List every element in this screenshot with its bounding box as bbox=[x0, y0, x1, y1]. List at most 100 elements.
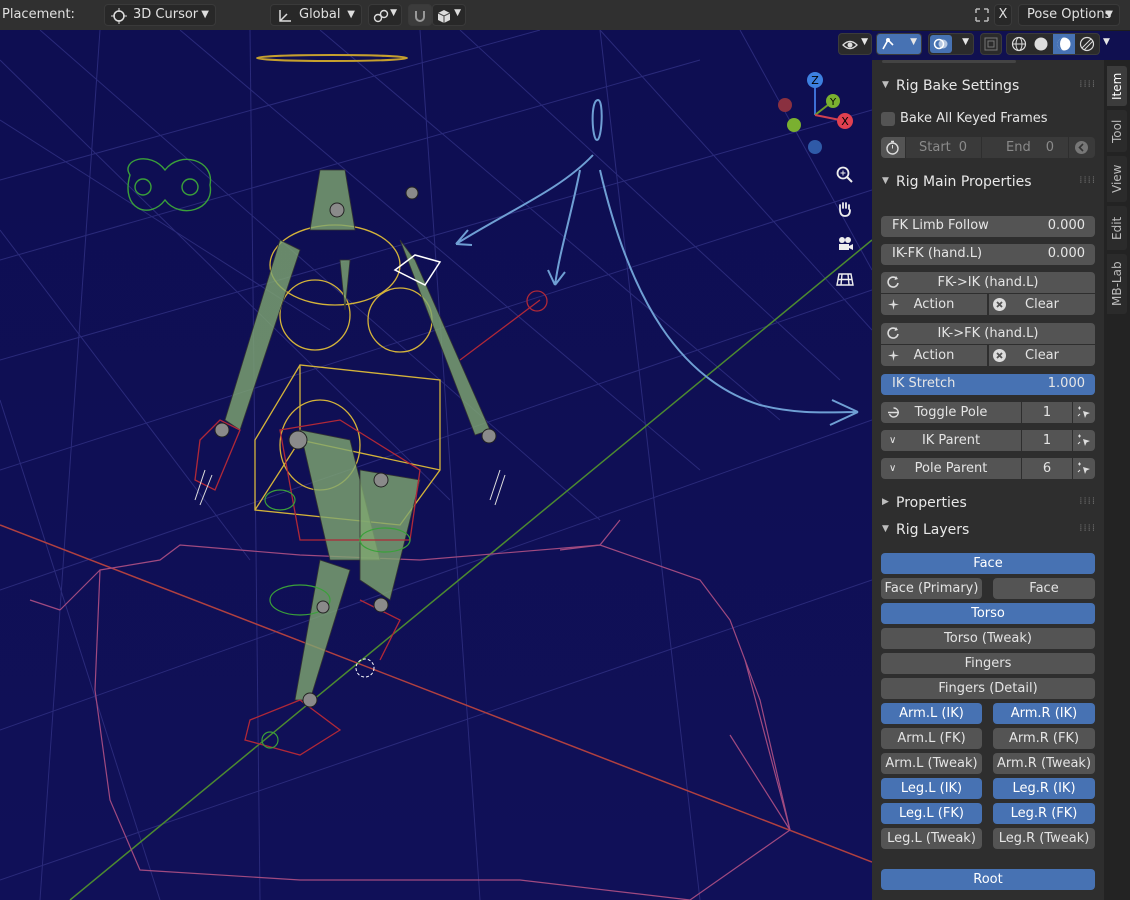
layer-torso-tweak-label: Torso (Tweak) bbox=[944, 631, 1032, 646]
camera-icon bbox=[839, 237, 853, 250]
layer-leg-r-ik-button[interactable]: Leg.R (IK) bbox=[993, 778, 1095, 799]
fk-limb-follow-slider[interactable]: FK Limb Follow 0.000 bbox=[881, 216, 1095, 237]
layer-face-button[interactable]: Face bbox=[881, 553, 1095, 574]
snap-dropdown[interactable]: ▼ bbox=[368, 4, 402, 26]
rig-layers-header[interactable]: ▼ Rig Layers ⁞⁞⁞⁞ bbox=[872, 518, 1104, 544]
chevron-down-icon: ▼ bbox=[910, 37, 917, 47]
pole-parent-dropdown[interactable]: ∨ Pole Parent bbox=[881, 458, 1021, 479]
ik-parent-value-field[interactable]: 1 bbox=[1022, 430, 1072, 451]
rig-bake-settings-header[interactable]: ▼ Rig Bake Settings ⁞⁞⁞⁞ bbox=[872, 74, 1104, 100]
rendered-shading-icon[interactable] bbox=[1079, 36, 1095, 52]
action-icon bbox=[888, 350, 899, 361]
layer-leg-r-fk-button[interactable]: Leg.R (FK) bbox=[993, 803, 1095, 824]
tab-tool[interactable]: Tool bbox=[1107, 110, 1127, 152]
gizmo-toggle[interactable]: ▼ bbox=[876, 33, 922, 55]
drag-grip-icon[interactable]: ⁞⁞⁞⁞ bbox=[1079, 523, 1096, 534]
rig-main-properties-header[interactable]: ▼ Rig Main Properties ⁞⁞⁞⁞ bbox=[872, 170, 1104, 196]
pivot-point-value: 3D Cursor bbox=[133, 7, 199, 22]
layer-fingers-detail-button[interactable]: Fingers (Detail) bbox=[881, 678, 1095, 699]
fk-limb-follow-value: 0.000 bbox=[1047, 218, 1085, 233]
layer-torso-tweak-button[interactable]: Torso (Tweak) bbox=[881, 628, 1095, 649]
layer-arm-r-ik-button[interactable]: Arm.R (IK) bbox=[993, 703, 1095, 724]
layer-arm-l-tweak-button[interactable]: Arm.L (Tweak) bbox=[881, 753, 982, 774]
magnet-icon bbox=[415, 11, 425, 22]
start-frame-field[interactable]: Start 0 bbox=[906, 137, 981, 158]
ik-fk-slider[interactable]: IK-FK (hand.L) 0.000 bbox=[881, 244, 1095, 265]
end-frame-field[interactable]: End 0 bbox=[982, 137, 1068, 158]
properties-header[interactable]: ▶ Properties ⁞⁞⁞⁞ bbox=[872, 491, 1104, 517]
layer-arm-l-fk-button[interactable]: Arm.L (FK) bbox=[881, 728, 982, 749]
ik-parent-dropdown[interactable]: ∨ IK Parent bbox=[881, 430, 1021, 451]
pose-options-dropdown[interactable]: Pose Options ▼ bbox=[1018, 4, 1120, 26]
drag-grip-icon[interactable]: ⁞⁞⁞⁞ bbox=[1079, 496, 1096, 507]
layer-arm-r-tweak-button[interactable]: Arm.R (Tweak) bbox=[993, 753, 1095, 774]
action-button-1[interactable]: Action bbox=[881, 294, 987, 315]
chevron-down-icon: ▼ bbox=[390, 8, 397, 18]
solid-shading-icon[interactable] bbox=[1033, 36, 1049, 52]
toggle-pole-keyframe-button[interactable] bbox=[1073, 402, 1095, 423]
tab-mb-lab[interactable]: MB-Lab bbox=[1107, 254, 1127, 314]
orientation-value: Global bbox=[299, 7, 341, 22]
timer-button[interactable] bbox=[881, 137, 905, 158]
snap-target-dropdown[interactable]: ▼ bbox=[432, 4, 466, 26]
action-button-2[interactable]: Action bbox=[881, 345, 987, 366]
fk-to-ik-button[interactable]: FK->IK (hand.L) bbox=[881, 272, 1095, 293]
layer-face-secondary-button[interactable]: Face (Secondary) bbox=[993, 578, 1095, 617]
pivot-point-dropdown[interactable]: 3D Cursor ▼ bbox=[104, 4, 216, 26]
layer-fingers-button[interactable]: Fingers bbox=[881, 653, 1095, 674]
pole-parent-keyframe-button[interactable] bbox=[1073, 458, 1095, 479]
layer-arm-r-fk-button[interactable]: Arm.R (FK) bbox=[993, 728, 1095, 749]
drag-grip-icon[interactable]: ⁞⁞⁞⁞ bbox=[1079, 79, 1096, 90]
pole-parent-value: 6 bbox=[1042, 461, 1052, 476]
perspective-toggle-button[interactable] bbox=[831, 265, 859, 293]
rig-layers-title: Rig Layers bbox=[896, 522, 970, 538]
end-value: 0 bbox=[1045, 140, 1054, 155]
fk-to-ik-label: FK->IK (hand.L) bbox=[937, 275, 1039, 290]
overlays-dropdown[interactable]: ▼ bbox=[928, 33, 974, 55]
layer-arm-l-ik-button[interactable]: Arm.L (IK) bbox=[881, 703, 982, 724]
ik-to-fk-button[interactable]: IK->FK (hand.L) bbox=[881, 323, 1095, 344]
gizmo-x-label: X bbox=[841, 115, 849, 128]
n-panel-sidebar: ▼ Rig Bake Settings ⁞⁞⁞⁞ Bake All Keyed … bbox=[872, 60, 1104, 900]
orientation-dropdown[interactable]: Global ▼ bbox=[270, 4, 362, 26]
layer-leg-r-tweak-button[interactable]: Leg.R (Tweak) bbox=[993, 828, 1095, 849]
mirror-x-toggle[interactable]: X bbox=[994, 4, 1012, 26]
3d-viewport[interactable]: ▼ Z Y X bbox=[0, 30, 872, 900]
tab-edit[interactable]: Edit bbox=[1107, 206, 1127, 250]
ik-stretch-slider[interactable]: IK Stretch 1.000 bbox=[881, 374, 1095, 395]
clear-button-2[interactable]: Clear bbox=[989, 345, 1095, 366]
zoom-button[interactable] bbox=[831, 161, 859, 189]
bake-all-checkbox[interactable] bbox=[881, 112, 895, 126]
drag-grip-icon[interactable]: ⁞⁞⁞⁞ bbox=[1079, 175, 1096, 186]
pole-parent-value-field[interactable]: 6 bbox=[1022, 458, 1072, 479]
start-label: Start bbox=[919, 140, 951, 155]
toggle-pole-value-field[interactable]: 1 bbox=[1022, 402, 1072, 423]
end-label: End bbox=[1006, 140, 1031, 155]
layer-root-button[interactable]: Root bbox=[881, 869, 1095, 890]
mirror-icon[interactable] bbox=[974, 7, 990, 23]
snap-toggle[interactable] bbox=[408, 4, 432, 26]
layer-torso-button[interactable]: Torso bbox=[881, 603, 1095, 624]
layer-leg-l-fk-button[interactable]: Leg.L (FK) bbox=[881, 803, 982, 824]
layer-leg-l-tweak-button[interactable]: Leg.L (Tweak) bbox=[881, 828, 982, 849]
wireframe-shading-icon[interactable] bbox=[1011, 36, 1027, 52]
tab-item[interactable]: Item bbox=[1107, 66, 1127, 106]
layer-face-primary-button[interactable]: Face (Primary) bbox=[881, 578, 982, 599]
reset-range-button[interactable] bbox=[1069, 137, 1095, 158]
ik-parent-keyframe-button[interactable] bbox=[1073, 430, 1095, 451]
layer-leg-r-tweak-label: Leg.R (Tweak) bbox=[998, 831, 1090, 846]
tab-view[interactable]: View bbox=[1107, 156, 1127, 202]
pan-button[interactable] bbox=[831, 195, 859, 223]
clear-button-1[interactable]: Clear bbox=[989, 294, 1095, 315]
xray-toggle[interactable] bbox=[980, 33, 1002, 55]
chevron-down-icon[interactable]: ▼ bbox=[1103, 37, 1110, 47]
toggle-pole-button[interactable]: Toggle Pole bbox=[881, 402, 1021, 423]
layer-leg-l-ik-label: Leg.L (IK) bbox=[900, 781, 963, 796]
material-shading-icon[interactable] bbox=[1056, 36, 1072, 52]
ik-parent-label: IK Parent bbox=[921, 433, 981, 448]
visibility-dropdown[interactable]: ▼ bbox=[838, 33, 872, 55]
expand-arrow-icon: ▶ bbox=[882, 497, 889, 507]
camera-view-button[interactable] bbox=[831, 230, 859, 258]
layer-leg-l-ik-button[interactable]: Leg.L (IK) bbox=[881, 778, 982, 799]
navigation-gizmo[interactable]: Z Y X bbox=[770, 70, 860, 160]
